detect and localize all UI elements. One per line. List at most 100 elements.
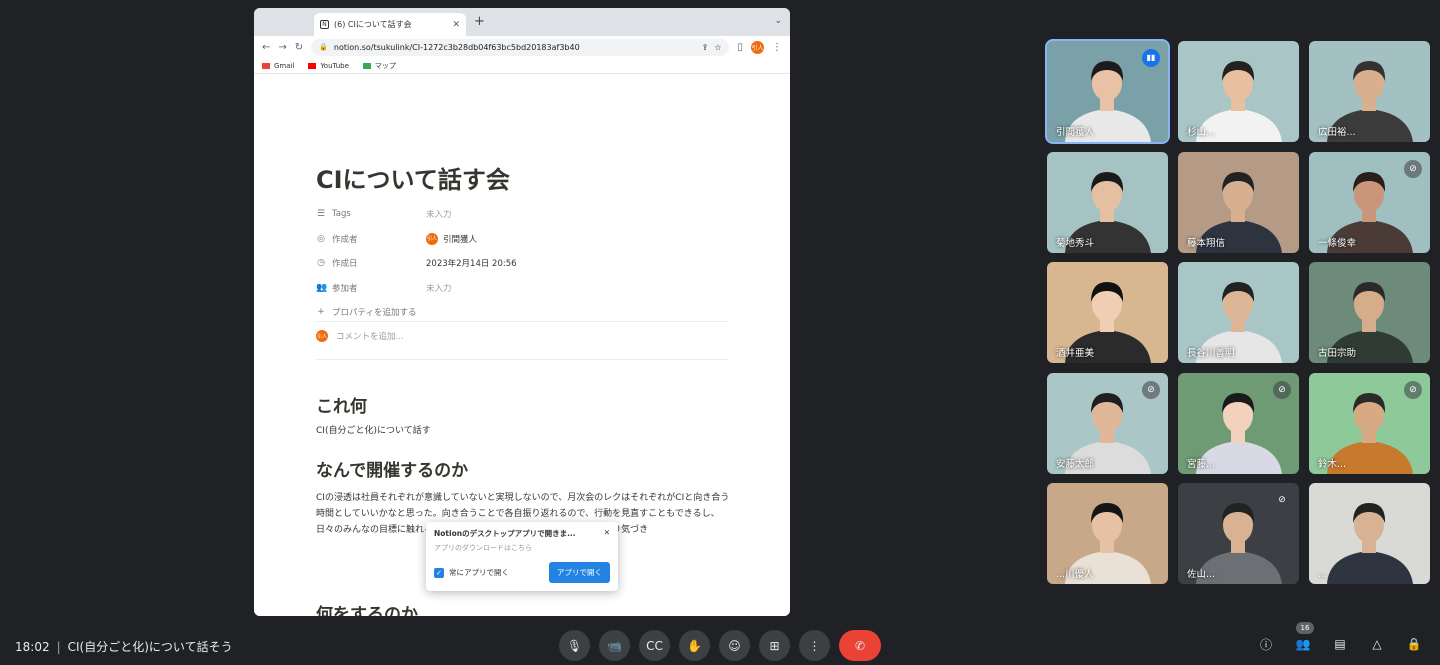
participant-tile[interactable]: 安藤太郎 ⊘ <box>1047 372 1168 474</box>
section-heading: 何をするのか <box>316 605 418 616</box>
raise-hand-button[interactable]: ✋ <box>679 630 710 661</box>
call-controls: 🎙 📹 CC ✋ ☺ ⊞ ⋮ ✆ <box>559 630 881 661</box>
property-key: 参加者 <box>332 283 358 294</box>
person-icon: ◎ <box>317 233 325 244</box>
participant-name: 酒井亜美 <box>1056 348 1095 359</box>
property-value: 2023年2月14日 20:56 <box>426 259 517 270</box>
people-icon: 👥 <box>316 282 328 293</box>
back-icon[interactable]: ← <box>262 42 270 53</box>
bookmark-item[interactable]: Gmail <box>262 62 294 70</box>
activities-button[interactable]: △ <box>1367 634 1387 654</box>
participant-tile[interactable]: 長谷川善明 <box>1178 262 1299 363</box>
camera-button[interactable]: 📹 <box>599 630 630 661</box>
bookmark-label: Gmail <box>274 61 295 70</box>
bookmark-star-icon[interactable]: ☆ <box>714 43 721 52</box>
mic-off-icon: ⊘ <box>1142 380 1160 399</box>
browser-tab[interactable]: N (6) CIについて話す会 ✕ <box>314 13 466 36</box>
address-bar[interactable]: 🔒 notion.so/tsukulink/CI-1272c3b28db04f6… <box>311 38 730 56</box>
youtube-icon <box>308 62 317 69</box>
section-body[interactable]: CI(自分ごと化)について話す <box>316 423 431 439</box>
gmail-icon <box>262 62 270 69</box>
close-tab-icon[interactable]: ✕ <box>452 20 460 30</box>
download-app-link[interactable]: アプリのダウンロードはこちら <box>434 543 610 553</box>
lock-icon: 🔒 <box>319 43 328 51</box>
participant-name: 藤本翔信 <box>1187 237 1226 249</box>
property-row[interactable]: ☰ Tags 未入力 <box>316 202 728 227</box>
people-button[interactable]: 👥 16 <box>1293 622 1314 654</box>
divider <box>316 359 728 360</box>
comment-input[interactable]: 引人 コメントを追加... <box>316 330 404 342</box>
meeting-bottom-bar: 18:02 | CI(自分ごと化)について話そう 🎙 📹 CC ✋ ☺ ⊞ ⋮ ✆ ⓘ 👥 16 ▤ △ 🔒 <box>0 622 1440 665</box>
participant-tile[interactable]: ... <box>1309 483 1430 584</box>
popup-title: Notionのデスクトップアプリで開きま... <box>434 529 576 538</box>
meeting-time: 18:02 <box>15 640 50 654</box>
host-controls-button[interactable]: 🔒 <box>1404 634 1424 654</box>
notion-page: CIについて話す会 ☰ Tags 未入力 ◎ 作成者 引人 引間獲人 ◷ 作成日 2023年2月1… <box>254 74 790 616</box>
chat-button[interactable]: ▤ <box>1330 634 1350 654</box>
participant-name: 安藤太郎 <box>1056 458 1095 470</box>
captions-button[interactable]: CC <box>639 630 670 661</box>
property-row[interactable]: ◎ 作成者 引人 引間獲人 <box>316 227 728 252</box>
participant-tile[interactable]: ...川優人 <box>1047 483 1168 584</box>
list-icon: ☰ <box>316 209 326 220</box>
participant-video <box>1327 503 1413 584</box>
new-tab-icon[interactable]: + <box>474 14 485 29</box>
participant-tile[interactable]: 一條俊幸 ⊘ <box>1309 151 1430 253</box>
participant-body <box>1327 551 1413 584</box>
forward-icon[interactable]: → <box>278 42 286 53</box>
participant-tile[interactable]: 杉山... <box>1178 41 1299 142</box>
notion-favicon-icon: N <box>320 20 329 29</box>
property-value: 引間獲人 <box>443 234 478 245</box>
participant-tile[interactable]: 佐山... ⊘ <box>1178 483 1299 584</box>
present-button[interactable]: ⊞ <box>759 630 790 661</box>
meet-stage: N (6) CIについて話す会 ✕ + ⌄ ← → ↻ 🔒 notion.so/… <box>0 0 1440 665</box>
participant-tile[interactable]: 古田宗助 <box>1309 262 1430 363</box>
checkbox-label: 常にアプリで開く <box>449 568 509 577</box>
people-icon: 👥 <box>1295 637 1311 651</box>
participant-name: 佐山... <box>1187 569 1216 580</box>
more-options-button[interactable]: ⋮ <box>799 630 830 661</box>
browser-menu-icon[interactable]: ⋮ <box>772 42 782 53</box>
share-icon[interactable]: ⇪ <box>702 43 709 52</box>
property-key: Tags <box>332 209 351 220</box>
participant-tile[interactable]: 酒井亜美 <box>1047 262 1168 363</box>
participant-tile[interactable]: 宮藤... ⊘ <box>1178 372 1299 474</box>
add-property-label: プロパティを追加する <box>332 308 417 319</box>
participant-name: ...川優人 <box>1056 569 1094 580</box>
property-row[interactable]: ◷ 作成日 2023年2月14日 20:56 <box>316 251 728 276</box>
shared-browser-window: N (6) CIについて話す会 ✕ + ⌄ ← → ↻ 🔒 notion.so/… <box>254 8 790 616</box>
participant-name: 広田裕... <box>1318 127 1356 138</box>
emoji-button[interactable]: ☺ <box>719 630 750 661</box>
section-heading: なんで開催するのか <box>316 461 469 481</box>
url-text: notion.so/tsukulink/CI-1272c3b28db04f63b… <box>333 42 580 52</box>
participant-name: ... <box>1318 569 1328 580</box>
property-row[interactable]: 👥 参加者 未入力 <box>316 276 728 301</box>
bookmark-item[interactable]: マップ <box>362 61 396 71</box>
page-title: CIについて話す会 <box>316 166 510 194</box>
always-open-checkbox[interactable]: ✓ 常にアプリで開く <box>434 567 509 578</box>
tab-title: (6) CIについて話す会 <box>334 20 412 29</box>
bookmark-item[interactable]: YouTube <box>308 62 349 70</box>
participant-tile[interactable]: 引間獲人 ▮▮ <box>1047 41 1168 142</box>
open-in-app-button[interactable]: アプリで開く <box>549 562 610 583</box>
close-icon[interactable]: ✕ <box>604 528 610 539</box>
participant-name: 引間獲人 <box>1056 127 1095 138</box>
browser-toolbar: ← → ↻ 🔒 notion.so/tsukulink/CI-1272c3b28… <box>254 36 790 58</box>
participant-tile[interactable]: 菊地秀斗 <box>1047 151 1168 253</box>
property-value: 未入力 <box>426 210 452 221</box>
participant-tile[interactable]: 広田裕... <box>1309 41 1430 142</box>
maps-icon <box>362 62 371 69</box>
participant-name: 古田宗助 <box>1318 348 1357 359</box>
chat-icon: ▤ <box>1334 637 1346 651</box>
participant-tile[interactable]: 鈴木... ⊘ <box>1309 372 1430 474</box>
participant-tile[interactable]: 藤本翔信 <box>1178 151 1299 253</box>
tab-search-icon[interactable]: ⌄ <box>774 16 782 26</box>
participant-name: 杉山... <box>1187 127 1216 138</box>
reload-icon[interactable]: ↻ <box>295 42 303 53</box>
mic-button[interactable]: 🎙 <box>559 630 590 661</box>
profile-avatar[interactable]: 引人 <box>751 40 764 54</box>
browser-tabstrip: N (6) CIについて話す会 ✕ + ⌄ <box>254 8 790 36</box>
meeting-details-button[interactable]: ⓘ <box>1256 634 1276 654</box>
end-call-button[interactable]: ✆ <box>839 630 881 661</box>
sidepanel-icon[interactable]: ▯ <box>737 42 743 53</box>
